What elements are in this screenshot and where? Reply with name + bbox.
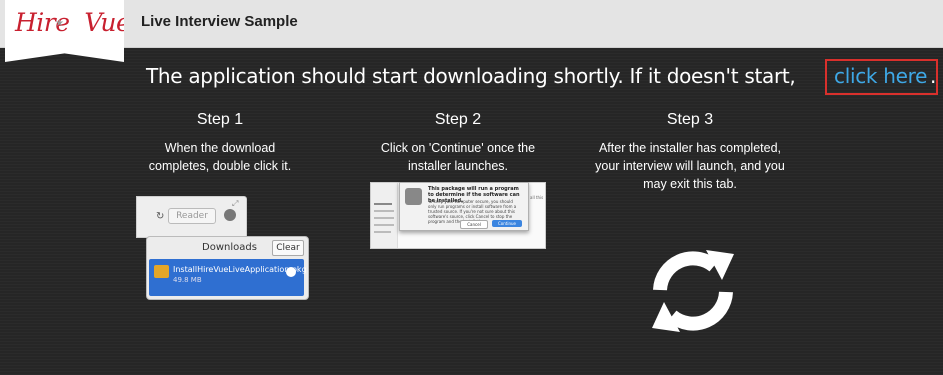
refresh-icon <box>652 250 734 332</box>
side-item <box>374 210 394 212</box>
step-3: Step 3 After the installer has completed… <box>595 111 785 193</box>
step-title: Step 1 <box>196 111 244 128</box>
side-item <box>374 224 394 226</box>
step-title: Step 3 <box>666 111 714 128</box>
step-1: Step 1 When the download completes, doub… <box>135 111 305 175</box>
download-icon <box>224 209 236 221</box>
downloads-title: Downloads <box>202 242 257 253</box>
file-size: 49.8 MB <box>173 276 202 284</box>
reader-button: Reader <box>168 208 216 224</box>
downloads-popup: Downloads Clear InstallHireVueLiveApplic… <box>146 236 309 300</box>
step-2: Step 2 Click on 'Continue' once the inst… <box>370 111 546 175</box>
magnifier-icon <box>286 267 296 277</box>
installer-icon <box>405 188 422 205</box>
step-description: When the download completes, double clic… <box>148 141 292 173</box>
cancel-button: Cancel <box>460 220 488 229</box>
side-item <box>374 217 394 219</box>
installer-sidebar <box>371 183 398 248</box>
installer-side-text: all this <box>530 195 544 200</box>
reload-icon: ↻ <box>156 211 165 222</box>
browser-toolbar: ⤢ ↻ Reader <box>136 196 247 238</box>
star-icon: ★ <box>55 18 64 29</box>
top-bar: Live Interview Sample <box>0 0 943 48</box>
logo-text: Hire Vue <box>15 8 131 37</box>
continue-button: Continue <box>492 220 522 227</box>
side-item <box>374 203 392 205</box>
click-here-link[interactable]: click here <box>834 64 927 88</box>
step-title: Step 2 <box>434 111 482 128</box>
downloads-screenshot: ⤢ ↻ Reader Downloads Clear InstallHireVu… <box>136 196 309 300</box>
download-item: InstallHireVueLiveApplication.pkg 49.8 M… <box>149 259 307 296</box>
hirevue-logo: Hire Vue ★ <box>5 0 124 62</box>
step-description: After the installer has completed, your … <box>595 141 785 191</box>
expand-icon: ⤢ <box>232 199 239 208</box>
download-message: The application should start downloading… <box>146 64 796 88</box>
installer-screenshot: This package will run a program to deter… <box>370 182 546 249</box>
step-description: Click on 'Continue' once the installer l… <box>380 141 536 173</box>
side-item <box>374 231 391 233</box>
page-title: Live Interview Sample <box>141 13 298 30</box>
headline-period: . <box>930 64 937 88</box>
installer-dialog: This package will run a program to deter… <box>399 182 529 231</box>
package-icon <box>154 265 169 278</box>
clear-button: Clear <box>272 240 304 256</box>
